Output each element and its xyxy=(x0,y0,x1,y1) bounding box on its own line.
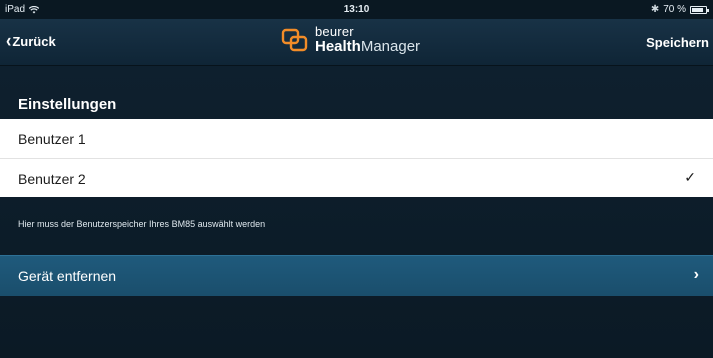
back-button[interactable]: ‹ Zurück xyxy=(6,30,56,52)
user-row-label: Benutzer 1 xyxy=(18,131,86,147)
screen: iPad 13:10 ✱ 70 % ‹ Zurück beurer Health… xyxy=(0,0,713,358)
hint-text: Hier muss der Benutzerspeicher Ihres BM8… xyxy=(18,219,266,229)
battery-icon xyxy=(690,5,709,14)
logo-product-rest: Manager xyxy=(360,38,421,55)
logo-product-bold: Health xyxy=(315,38,361,55)
back-label: Zurück xyxy=(12,34,56,49)
checkmark-icon: ✓ xyxy=(684,169,696,185)
chevron-left-icon: ‹ xyxy=(6,30,12,52)
save-button[interactable]: Speichern xyxy=(646,35,709,50)
section-title: Einstellungen xyxy=(18,96,117,113)
battery-percent: 70 % xyxy=(663,4,686,15)
nav-bar: ‹ Zurück beurer HealthManager Speichern xyxy=(0,19,713,66)
user-row-1[interactable]: Benutzer 1 xyxy=(0,119,713,158)
user-row-2[interactable]: Benutzer 2 ✓ xyxy=(0,158,713,197)
user-row-label: Benutzer 2 xyxy=(18,171,86,187)
battery-fill xyxy=(692,7,703,12)
status-time: 13:10 xyxy=(343,4,370,15)
beurer-logo-icon xyxy=(281,28,308,51)
remove-device-label: Gerät entfernen xyxy=(18,268,117,284)
status-right: ✱ 70 % xyxy=(650,4,709,15)
logo-text: beurer HealthManager xyxy=(315,25,420,54)
logo-product: HealthManager xyxy=(315,39,420,54)
status-bar: iPad 13:10 ✱ 70 % xyxy=(0,0,713,19)
chevron-right-icon: › xyxy=(693,266,699,283)
remove-device-button[interactable]: Gerät entfernen › xyxy=(0,255,713,296)
user-list: Benutzer 1 Benutzer 2 ✓ xyxy=(0,119,713,197)
bluetooth-icon: ✱ xyxy=(650,4,660,15)
logo-brand: beurer xyxy=(315,24,354,39)
app-logo: beurer HealthManager xyxy=(281,25,420,54)
